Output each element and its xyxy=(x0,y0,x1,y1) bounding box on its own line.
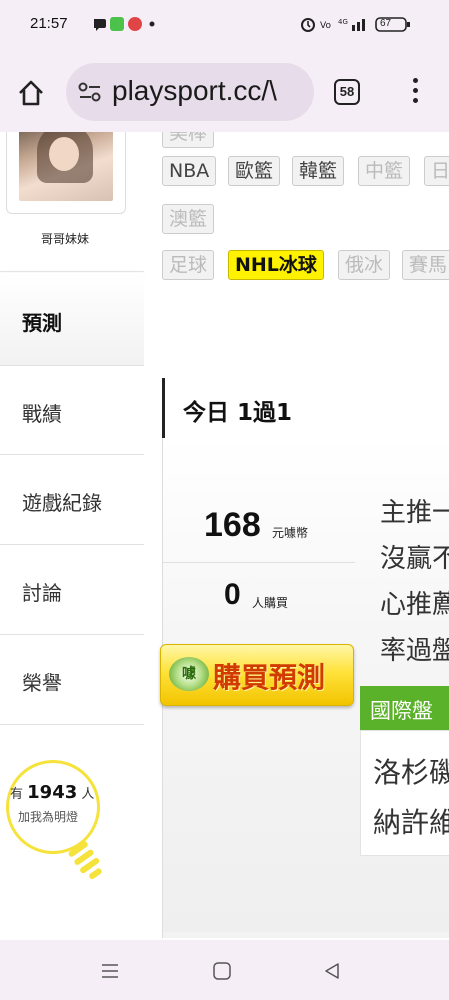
lightbulb-icon xyxy=(68,841,102,880)
price-value: 168 xyxy=(204,506,261,544)
sidebar-item-label: 榮譽 xyxy=(22,671,62,695)
sidebar-item-label: 戰績 xyxy=(22,402,62,426)
sidebar-item-label: 預測 xyxy=(22,311,62,335)
back-icon[interactable] xyxy=(322,962,342,980)
system-navigation-bar xyxy=(0,940,449,1000)
description-line: 心推薦 xyxy=(380,590,449,620)
notification-icons xyxy=(94,17,155,31)
divider xyxy=(163,562,355,563)
svg-text:Vo: Vo xyxy=(320,21,331,31)
tab-count-button[interactable]: 58 xyxy=(334,79,360,105)
market-tag: 國際盤 xyxy=(360,686,449,730)
home-nav-icon[interactable] xyxy=(212,962,232,980)
recent-apps-icon[interactable] xyxy=(100,962,120,980)
avatar-card[interactable] xyxy=(6,132,126,214)
category-tag-nhl[interactable]: NHL冰球 xyxy=(228,250,324,280)
site-settings-icon[interactable] xyxy=(78,81,102,103)
price-unit: 元噱幣 xyxy=(272,526,309,540)
prediction-details: 主推一 沒贏不 心推薦 率過盤 國際盤 洛杉磯 納許維 xyxy=(360,432,449,940)
category-tag-japan[interactable]: 日 xyxy=(424,156,449,186)
more-menu-icon[interactable] xyxy=(410,78,420,106)
sidebar-item-discussion[interactable]: 討論 xyxy=(0,545,144,635)
category-tag-nba[interactable]: NBA xyxy=(162,156,217,186)
status-bar: 21:57 Vo 4G 67 xyxy=(0,0,449,52)
category-tag-russia-hockey[interactable]: 俄冰 xyxy=(338,250,391,280)
sidebar-item-predictions[interactable]: 預測 xyxy=(0,273,144,365)
avatar[interactable] xyxy=(19,132,113,201)
date-title: 今日 1過1 xyxy=(183,400,293,426)
category-tag[interactable]: 美棒 xyxy=(162,132,215,148)
user-sidebar: 哥哥妹妹 預測 戰績 遊戲紀錄 討論 榮譽 有 1943 人 加我為明燈 xyxy=(0,132,144,940)
battery-level: 67 xyxy=(380,18,392,29)
status-time: 21:57 xyxy=(30,15,68,32)
description-line: 沒贏不 xyxy=(380,544,449,574)
home-icon[interactable] xyxy=(16,78,46,108)
buyer-count: 0 xyxy=(224,578,241,611)
team-line: 納許維 xyxy=(373,806,449,839)
sidebar-item-game-history[interactable]: 遊戲紀錄 xyxy=(0,455,144,545)
buy-prediction-label: 購買預測 xyxy=(213,661,326,694)
date-header: 今日 1過1 xyxy=(162,378,449,438)
category-tag-euro-basketball[interactable]: 歐籃 xyxy=(228,156,281,186)
buy-prediction-button[interactable]: 噱 購買預測 xyxy=(160,644,354,706)
web-page: 哥哥妹妹 預測 戰績 遊戲紀錄 討論 榮譽 有 1943 人 加我為明燈 美棒 … xyxy=(0,132,449,940)
category-tag-australia-basketball[interactable]: 澳籃 xyxy=(162,204,215,234)
follow-cta[interactable]: 加我為明燈 xyxy=(18,808,78,825)
category-tag-china-basketball[interactable]: 中籃 xyxy=(358,156,411,186)
category-tag-korea-basketball[interactable]: 韓籃 xyxy=(292,156,345,186)
username[interactable]: 哥哥妹妹 xyxy=(0,230,130,247)
buyer-unit: 人購買 xyxy=(252,596,289,610)
coin-badge-icon: 噱 xyxy=(169,657,209,691)
team-line: 洛杉磯 xyxy=(373,756,449,789)
follower-count: 有 1943 人 xyxy=(10,782,95,803)
url-text: playsport.cc/\ xyxy=(112,75,277,106)
description-line: 主推一 xyxy=(380,498,449,528)
description-line: 率過盤 xyxy=(380,636,449,666)
market-label: 國際盤 xyxy=(370,699,433,723)
sidebar-item-record[interactable]: 戰績 xyxy=(0,365,144,455)
sidebar-item-label: 遊戲紀錄 xyxy=(22,491,102,515)
browser-toolbar: playsport.cc/\ 58 xyxy=(0,52,449,132)
url-bar[interactable]: playsport.cc/\ xyxy=(66,63,314,121)
sidebar-item-label: 討論 xyxy=(22,581,62,605)
system-status-icons: Vo 4G xyxy=(301,17,410,32)
svg-text:4G: 4G xyxy=(338,18,348,26)
category-tag-horse-racing[interactable]: 賽馬 xyxy=(402,250,449,280)
divider xyxy=(0,271,144,272)
sidebar-item-honors[interactable]: 榮譽 xyxy=(0,635,144,725)
category-tag-soccer[interactable]: 足球 xyxy=(162,250,215,280)
pick-team-box[interactable]: 洛杉磯 納許維 xyxy=(360,730,449,856)
